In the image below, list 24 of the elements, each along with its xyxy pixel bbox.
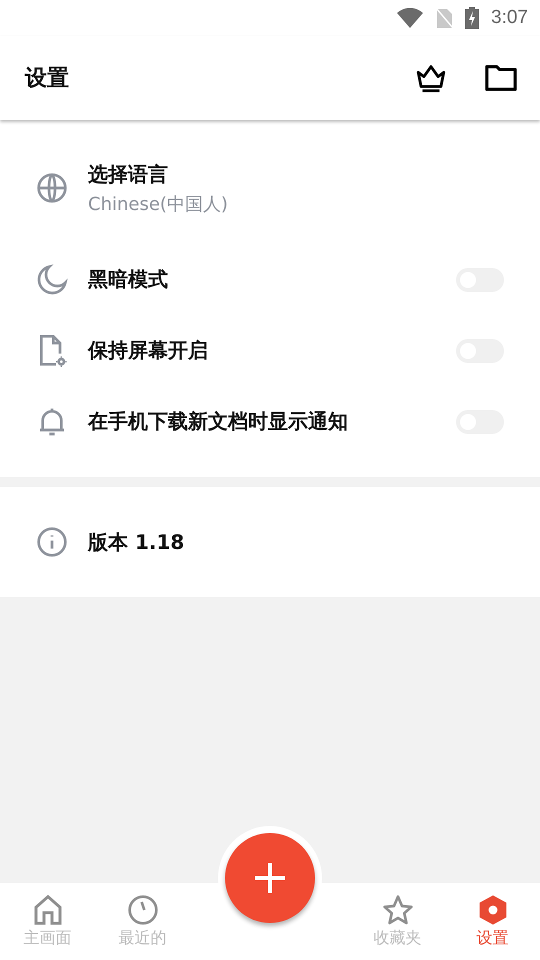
nav-tab[interactable]: 最近的 — [95, 883, 190, 960]
version-label: 版本 1.18 — [88, 528, 184, 556]
page-title: 设置 — [25, 65, 70, 93]
language-value: Chinese(中国人) — [88, 192, 229, 216]
no-sim-icon — [435, 7, 454, 29]
gear-icon — [476, 894, 508, 926]
battery-charging-icon — [465, 7, 480, 29]
setting-label: 保持屏幕开启 — [88, 337, 209, 364]
wifi-icon — [397, 8, 424, 28]
status-time: 3:07 — [491, 7, 528, 29]
setting-label[interactable]: 选择语言 — [88, 160, 504, 188]
globe-icon — [36, 172, 68, 204]
nav-tab[interactable]: 设置 — [445, 883, 540, 960]
plus-icon — [253, 861, 287, 895]
setting-label: 黑暗模式 — [88, 266, 169, 293]
home-icon — [32, 894, 64, 926]
nav-tab[interactable]: 收藏夹 — [350, 883, 445, 960]
info-icon — [36, 526, 68, 558]
star-icon — [382, 894, 414, 926]
nav-tab[interactable]: 主画面 — [0, 883, 95, 960]
setting-label: 在手机下载新文档时显示通知 — [88, 408, 349, 435]
moon-icon — [36, 264, 68, 296]
clock-icon — [126, 894, 158, 926]
add-button[interactable] — [225, 833, 315, 923]
